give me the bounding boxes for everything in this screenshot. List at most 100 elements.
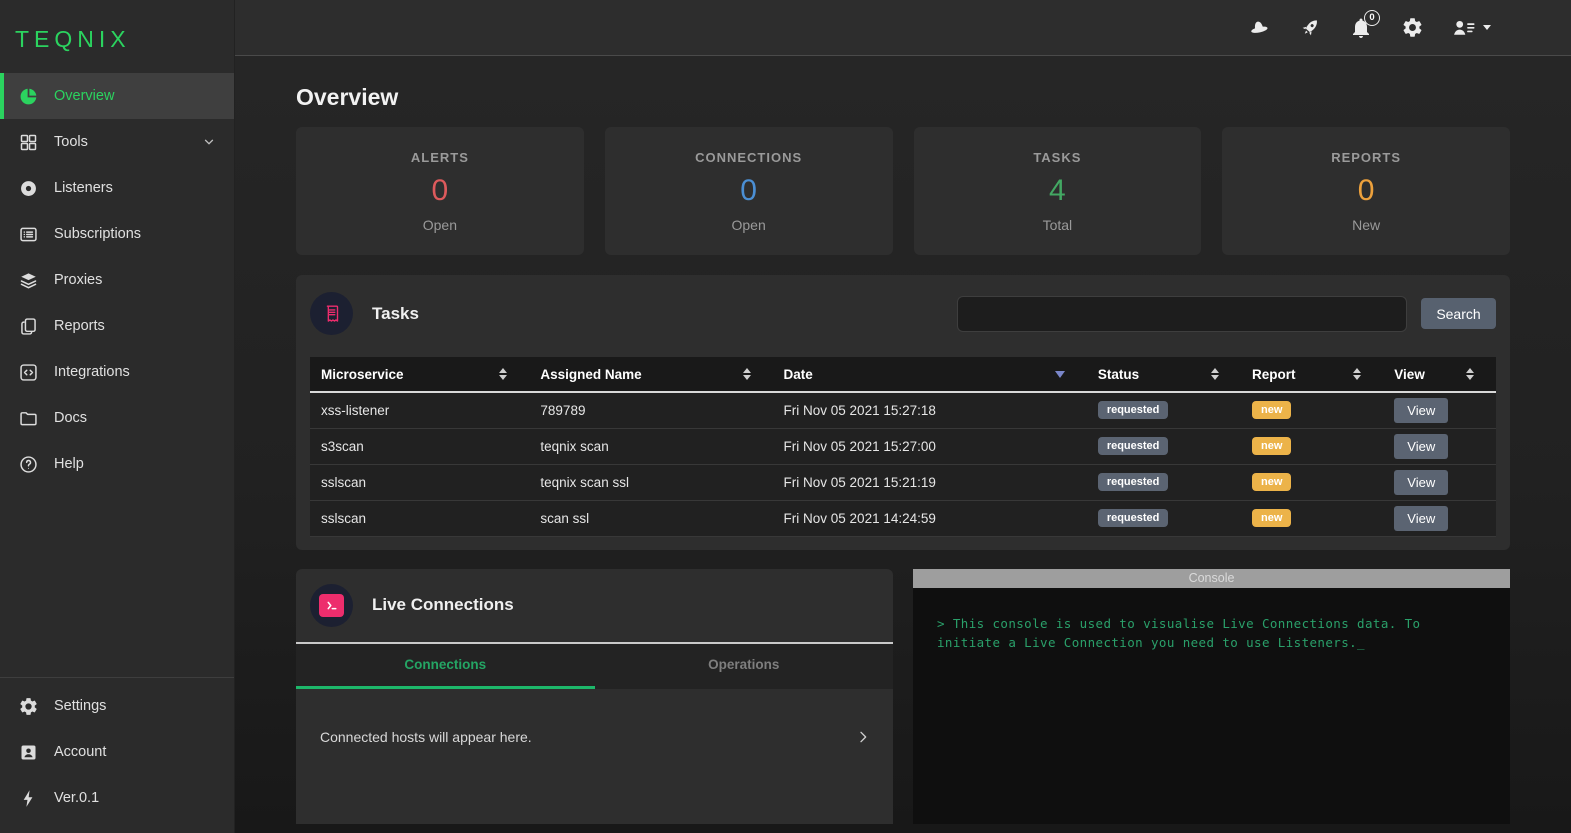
report-badge: new [1251, 509, 1292, 527]
stat-label: CONNECTIONS [695, 149, 803, 165]
chevron-down-icon [204, 139, 214, 145]
person-card-icon [21, 745, 36, 759]
sidebar-item-label: Help [54, 456, 84, 472]
status-badge: requested [1097, 509, 1169, 527]
tab-operations[interactable]: Operations [595, 644, 894, 689]
sidebar-item-label: Overview [54, 88, 115, 104]
user-menu-icon[interactable] [1451, 16, 1491, 40]
sidebar-item-proxies[interactable]: Proxies [0, 257, 234, 303]
sort-desc-icon[interactable] [1054, 370, 1065, 378]
chevron-right-icon [860, 731, 867, 742]
question-circle-icon [20, 455, 37, 473]
terminal-icon [319, 593, 344, 617]
tasks-table: Microservice Assigned Name Date Status R… [310, 357, 1496, 537]
sidebar-item-docs[interactable]: Docs [0, 395, 234, 441]
status-badge: requested [1097, 437, 1169, 455]
sidebar-item-account[interactable]: Account [0, 729, 234, 775]
tasks-search-input[interactable] [957, 295, 1407, 332]
cell-assigned-name: teqnix scan [529, 428, 773, 465]
table-row: s3scan teqnix scan Fri Nov 05 2021 15:27… [310, 428, 1496, 465]
view-button[interactable]: View [1394, 433, 1449, 459]
report-badge: new [1251, 473, 1292, 491]
search-button[interactable]: Search [1421, 298, 1496, 329]
sidebar-item-label: Reports [54, 318, 105, 334]
table-row: sslscan scan ssl Fri Nov 05 2021 14:24:5… [310, 500, 1496, 537]
column-header-microservice[interactable]: Microservice [310, 357, 530, 393]
sidebar-item-tools[interactable]: Tools [0, 119, 234, 165]
bottom-row: Live Connections Connections Operations … [296, 568, 1510, 824]
stat-cards: ALERTS 0 Open CONNECTIONS 0 Open TASKS 4… [296, 127, 1510, 255]
hat-icon[interactable] [1247, 16, 1271, 40]
column-header-status[interactable]: Status [1086, 357, 1241, 393]
tasks-panel-title: Tasks [372, 303, 419, 323]
sort-icon[interactable] [1466, 368, 1474, 380]
sidebar-item-settings[interactable]: Settings [0, 683, 234, 729]
sort-icon[interactable] [499, 368, 508, 380]
sidebar-item-label: Docs [54, 410, 88, 426]
sidebar-item-version: Ver.0.1 [0, 775, 234, 821]
column-header-assigned-name[interactable]: Assigned Name [529, 357, 773, 393]
notifications-bell-icon[interactable]: 0 [1349, 9, 1380, 40]
cell-date: Fri Nov 05 2021 15:21:19 [772, 464, 1087, 501]
stat-value: 0 [1357, 173, 1375, 207]
column-header-report[interactable]: Report [1240, 357, 1384, 393]
sidebar-item-integrations[interactable]: Integrations [0, 349, 234, 395]
stat-card-alerts[interactable]: ALERTS 0 Open [296, 127, 584, 255]
caret-down-icon [1483, 25, 1491, 30]
stat-sublabel: Open [422, 216, 457, 233]
rocket-icon[interactable] [1298, 16, 1322, 40]
pie-chart-icon [20, 88, 37, 104]
sidebar-item-label: Integrations [54, 364, 130, 380]
cell-date: Fri Nov 05 2021 15:27:00 [772, 428, 1087, 465]
status-badge: requested [1097, 473, 1169, 491]
tasks-icon-circle [310, 292, 353, 335]
sort-icon[interactable] [742, 368, 751, 380]
table-row: xss-listener 789789 Fri Nov 05 2021 15:2… [310, 392, 1496, 429]
lightning-bolt-icon [23, 789, 33, 807]
console-titlebar: Console [913, 568, 1510, 588]
live-connections-panel: Live Connections Connections Operations … [296, 568, 894, 824]
sort-icon[interactable] [1210, 368, 1219, 380]
column-header-view[interactable]: View [1383, 357, 1496, 393]
view-button[interactable]: View [1394, 505, 1449, 531]
view-button[interactable]: View [1394, 397, 1449, 423]
cell-assigned-name: scan ssl [529, 500, 773, 537]
cell-microservice: s3scan [310, 428, 530, 465]
connected-hosts-empty-row[interactable]: Connected hosts will appear here. [296, 689, 893, 745]
stat-sublabel: Total [1042, 216, 1073, 233]
table-row: sslscan teqnix scan ssl Fri Nov 05 2021 … [310, 464, 1496, 501]
sidebar-item-listeners[interactable]: Listeners [0, 165, 234, 211]
tab-connections[interactable]: Connections [296, 644, 595, 689]
list-box-icon [20, 227, 37, 241]
live-connections-header: Live Connections [296, 569, 893, 644]
sidebar-item-subscriptions[interactable]: Subscriptions [0, 211, 234, 257]
stat-label: ALERTS [410, 149, 469, 165]
cell-date: Fri Nov 05 2021 14:24:59 [772, 500, 1087, 537]
version-label: Ver.0.1 [54, 790, 100, 806]
brand-logo: TEQNIX [15, 26, 131, 52]
cell-microservice: xss-listener [310, 392, 530, 429]
stat-label: TASKS [1033, 149, 1082, 165]
sidebar-item-help[interactable]: Help [0, 441, 234, 487]
column-header-date[interactable]: Date [772, 357, 1087, 393]
page-title: Overview [296, 84, 399, 110]
stat-value: 0 [740, 173, 757, 207]
sort-icon[interactable] [1353, 368, 1362, 380]
live-connections-icon-circle [310, 583, 353, 627]
grid-icon [20, 134, 37, 150]
cell-microservice: sslscan [310, 500, 530, 537]
sidebar-footer: Settings Account Ver.0.1 [0, 677, 234, 833]
sidebar-item-label: Subscriptions [54, 226, 142, 242]
empty-message: Connected hosts will appear here. [320, 728, 532, 745]
sidebar-nav: Overview Tools Listeners Subscriptions P… [0, 73, 234, 487]
gear-icon[interactable] [1400, 16, 1424, 40]
sidebar-item-reports[interactable]: Reports [0, 303, 234, 349]
stat-card-connections[interactable]: CONNECTIONS 0 Open [604, 127, 893, 255]
stat-sublabel: New [1352, 216, 1381, 233]
main-content: Overview ALERTS 0 Open CONNECTIONS 0 Ope… [235, 56, 1571, 833]
view-button[interactable]: View [1394, 469, 1449, 495]
sidebar-item-overview[interactable]: Overview [0, 73, 234, 119]
stat-card-reports[interactable]: REPORTS 0 New [1222, 127, 1510, 255]
stat-card-tasks[interactable]: TASKS 4 Total [913, 127, 1202, 255]
stat-label: REPORTS [1331, 149, 1402, 165]
